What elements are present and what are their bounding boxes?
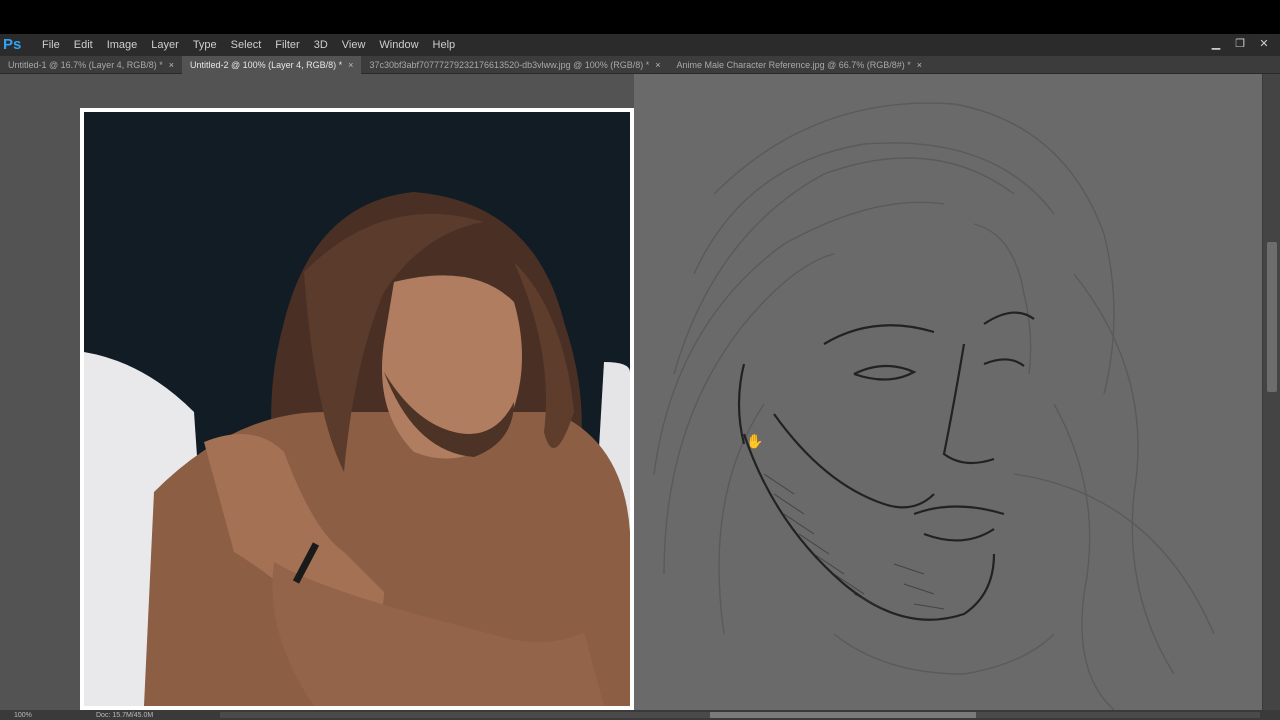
menu-edit[interactable]: Edit [67,39,100,51]
status-bar: 100% Doc: 15.7M/45.0M [0,710,1280,720]
menu-type[interactable]: Type [186,39,224,51]
tab-close-icon[interactable]: × [169,60,174,70]
menu-bar: Ps File Edit Image Layer Type Select Fil… [0,34,1280,56]
menu-help[interactable]: Help [426,39,463,51]
document-tabs: Untitled-1 @ 16.7% (Layer 4, RGB/8) * × … [0,55,1280,74]
close-icon[interactable]: ✕ [1254,36,1274,52]
tab-close-icon[interactable]: × [917,60,922,70]
tab-label: Untitled-2 @ 100% (Layer 4, RGB/8) * [189,59,343,70]
minimize-icon[interactable]: ▁ [1206,36,1226,52]
photoshop-logo-icon: Ps [3,36,22,53]
reference-photo-image [84,112,630,706]
tab-reference-jpg[interactable]: 37c30bf3abf70777279232176613520-db3vlww.… [361,56,668,74]
tab-anime-reference[interactable]: Anime Male Character Reference.jpg @ 66.… [669,56,931,74]
menu-3d[interactable]: 3D [307,39,335,51]
vertical-scrollbar[interactable] [1262,74,1280,710]
sketch-drawing: ✋ [653,102,1215,710]
vertical-scrollbar-thumb[interactable] [1267,242,1277,392]
document-size-info: Doc: 15.7M/45.0M [96,711,154,719]
menu-filter[interactable]: Filter [268,39,306,51]
portrait-illustration [84,112,630,706]
horizontal-scrollbar[interactable] [220,712,1260,718]
menu-view[interactable]: View [335,39,373,51]
menu-window[interactable]: Window [372,39,425,51]
menu-layer[interactable]: Layer [144,39,186,51]
reference-photo [80,108,634,710]
horizontal-scrollbar-thumb[interactable] [710,712,976,718]
tab-close-icon[interactable]: × [655,60,660,70]
restore-icon[interactable]: ❐ [1230,36,1250,52]
tab-untitled-1[interactable]: Untitled-1 @ 16.7% (Layer 4, RGB/8) * × [0,56,182,74]
tab-label: Anime Male Character Reference.jpg @ 66.… [676,59,911,70]
menu-select[interactable]: Select [224,39,269,51]
zoom-level[interactable]: 100% [0,712,36,719]
document-canvas[interactable]: ✋ [0,74,1262,710]
sketch-layer[interactable]: ✋ [634,74,1262,710]
tab-close-icon[interactable]: × [348,60,353,70]
tab-label: Untitled-1 @ 16.7% (Layer 4, RGB/8) * [8,59,163,70]
tab-label: 37c30bf3abf70777279232176613520-db3vlww.… [369,59,650,70]
photoshop-window: Ps File Edit Image Layer Type Select Fil… [0,34,1280,720]
tab-untitled-2[interactable]: Untitled-2 @ 100% (Layer 4, RGB/8) * × [181,55,362,74]
window-controls: ▁ ❐ ✕ [1206,36,1274,52]
hand-cursor-icon: ✋ [746,433,763,450]
menu-file[interactable]: File [35,39,67,51]
menu-image[interactable]: Image [100,39,145,51]
